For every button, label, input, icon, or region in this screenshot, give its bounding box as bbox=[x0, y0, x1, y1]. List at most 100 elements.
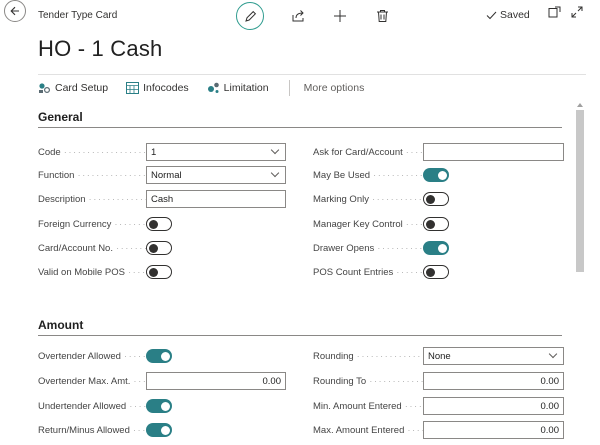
field-label: Marking Only····························… bbox=[313, 193, 423, 205]
field-label: POS Count Entries·······················… bbox=[313, 266, 423, 278]
rounding-to-input[interactable]: 0.00 bbox=[423, 372, 564, 390]
field-label: Ask for Card/Account····················… bbox=[313, 146, 423, 158]
field-min-amount-entered: Min. Amount Entered·····················… bbox=[313, 397, 564, 415]
max-amount-entered-value: 0.00 bbox=[540, 424, 560, 436]
return-minus-allowed-toggle[interactable] bbox=[146, 423, 172, 437]
rounding-select[interactable]: None bbox=[423, 347, 564, 365]
scrollbar-thumb[interactable] bbox=[576, 110, 584, 272]
field-label: Foreign Currency························… bbox=[38, 218, 146, 230]
open-new-window-button[interactable] bbox=[548, 6, 561, 18]
field-rounding-to: Rounding To·····························… bbox=[313, 372, 564, 390]
field-label: Drawer Opens····························… bbox=[313, 242, 423, 254]
scroll-up-icon[interactable] bbox=[577, 103, 583, 107]
share-button[interactable] bbox=[290, 8, 306, 24]
rounding-to-value: 0.00 bbox=[540, 375, 560, 387]
valid-on-mobile-pos-toggle[interactable] bbox=[146, 265, 172, 279]
more-options-button[interactable]: More options bbox=[304, 82, 365, 94]
description-input[interactable]: Cash bbox=[146, 190, 286, 208]
field-label: May Be Used·····························… bbox=[313, 169, 423, 181]
limitation-icon bbox=[207, 82, 220, 94]
edit-button[interactable] bbox=[236, 2, 264, 30]
may-be-used-toggle[interactable] bbox=[423, 168, 449, 182]
section-title-general[interactable]: General bbox=[38, 110, 83, 124]
breadcrumb: Tender Type Card bbox=[38, 10, 118, 21]
field-max-amount-entered: Max. Amount Entered·····················… bbox=[313, 421, 564, 439]
window-controls bbox=[548, 6, 593, 18]
rounding-value: None bbox=[428, 350, 451, 362]
field-ask-for-card-account: Ask for Card/Account····················… bbox=[313, 143, 564, 161]
field-label: Min. Amount Entered·····················… bbox=[313, 400, 423, 412]
foreign-currency-toggle[interactable] bbox=[146, 217, 172, 231]
new-button[interactable] bbox=[332, 8, 348, 24]
field-label: Overtender Allowed······················… bbox=[38, 350, 146, 362]
field-label: Function································… bbox=[38, 169, 146, 181]
overtender-allowed-toggle[interactable] bbox=[146, 349, 172, 363]
field-label: Return/Minus Allowed····················… bbox=[38, 424, 146, 436]
function-value: Normal bbox=[151, 169, 182, 181]
field-label: Manager Key Control·····················… bbox=[313, 218, 423, 230]
max-amount-entered-input[interactable]: 0.00 bbox=[423, 421, 564, 439]
field-pos-count-entries: POS Count Entries·······················… bbox=[313, 263, 449, 281]
min-amount-entered-input[interactable]: 0.00 bbox=[423, 397, 564, 415]
card-setup-label: Card Setup bbox=[55, 81, 109, 94]
code-value: 1 bbox=[151, 146, 157, 158]
infocodes-label: Infocodes bbox=[143, 81, 189, 94]
field-description: Description·····························… bbox=[38, 190, 286, 208]
overtender-max-amt-value: 0.00 bbox=[262, 375, 282, 387]
card-setup-icon bbox=[38, 82, 51, 94]
infocodes-icon bbox=[126, 81, 140, 94]
field-undertender-allowed: Undertender Allowed·····················… bbox=[38, 397, 172, 415]
expand-icon bbox=[571, 6, 583, 18]
field-rounding: Rounding································… bbox=[313, 347, 564, 365]
expand-button[interactable] bbox=[571, 6, 583, 18]
code-select[interactable]: 1 bbox=[146, 143, 286, 161]
page-title: HO - 1 Cash bbox=[38, 36, 163, 61]
pos-count-entries-toggle[interactable] bbox=[423, 265, 449, 279]
section-title-amount[interactable]: Amount bbox=[38, 318, 83, 332]
saved-status: Saved bbox=[486, 9, 530, 21]
field-manager-key-control: Manager Key Control·····················… bbox=[313, 215, 449, 233]
chevron-down-icon bbox=[270, 145, 280, 155]
field-card-account-no: Card/Account No.························… bbox=[38, 239, 172, 257]
arrow-left-icon bbox=[9, 5, 21, 17]
field-label: Valid on Mobile POS·····················… bbox=[38, 266, 146, 278]
field-label: Rounding································… bbox=[313, 350, 423, 362]
field-label: Rounding To·····························… bbox=[313, 375, 423, 387]
undertender-allowed-toggle[interactable] bbox=[146, 399, 172, 413]
limitation-action[interactable]: Limitation bbox=[207, 82, 269, 94]
manager-key-control-toggle[interactable] bbox=[423, 217, 449, 231]
back-button[interactable] bbox=[4, 0, 26, 22]
scrollbar[interactable] bbox=[575, 103, 585, 445]
field-function: Function································… bbox=[38, 166, 286, 184]
field-marking-only: Marking Only····························… bbox=[313, 190, 449, 208]
field-foreign-currency: Foreign Currency························… bbox=[38, 215, 172, 233]
card-setup-action[interactable]: Card Setup bbox=[38, 82, 108, 94]
field-may-be-used: May Be Used·····························… bbox=[313, 166, 449, 184]
limitation-label: Limitation bbox=[223, 81, 269, 94]
trash-icon bbox=[376, 9, 389, 23]
min-amount-entered-value: 0.00 bbox=[540, 400, 560, 412]
overtender-max-amt-input[interactable]: 0.00 bbox=[146, 372, 286, 390]
field-return-minus-allowed: Return/Minus Allowed····················… bbox=[38, 421, 172, 439]
field-drawer-opens: Drawer Opens····························… bbox=[313, 239, 449, 257]
page-toolbar bbox=[236, 2, 390, 30]
field-valid-on-mobile-pos: Valid on Mobile POS·····················… bbox=[38, 263, 172, 281]
field-label: Card/Account No.························… bbox=[38, 242, 146, 254]
card-account-no-toggle[interactable] bbox=[146, 241, 172, 255]
delete-button[interactable] bbox=[374, 8, 390, 24]
plus-icon bbox=[333, 9, 347, 23]
open-new-window-icon bbox=[548, 6, 561, 18]
infocodes-action[interactable]: Infocodes bbox=[126, 81, 189, 94]
field-overtender-allowed: Overtender Allowed······················… bbox=[38, 347, 172, 365]
ask-for-card-account-input[interactable] bbox=[423, 143, 564, 161]
marking-only-toggle[interactable] bbox=[423, 192, 449, 206]
checkmark-icon bbox=[486, 11, 500, 20]
drawer-opens-toggle[interactable] bbox=[423, 241, 449, 255]
field-code: Code····································… bbox=[38, 143, 286, 161]
action-bar: Card Setup Infocodes Limitation More opt… bbox=[38, 74, 586, 100]
function-select[interactable]: Normal bbox=[146, 166, 286, 184]
section-divider bbox=[38, 335, 562, 336]
action-separator bbox=[288, 79, 290, 96]
pencil-icon bbox=[244, 10, 257, 23]
chevron-down-icon bbox=[270, 168, 280, 178]
